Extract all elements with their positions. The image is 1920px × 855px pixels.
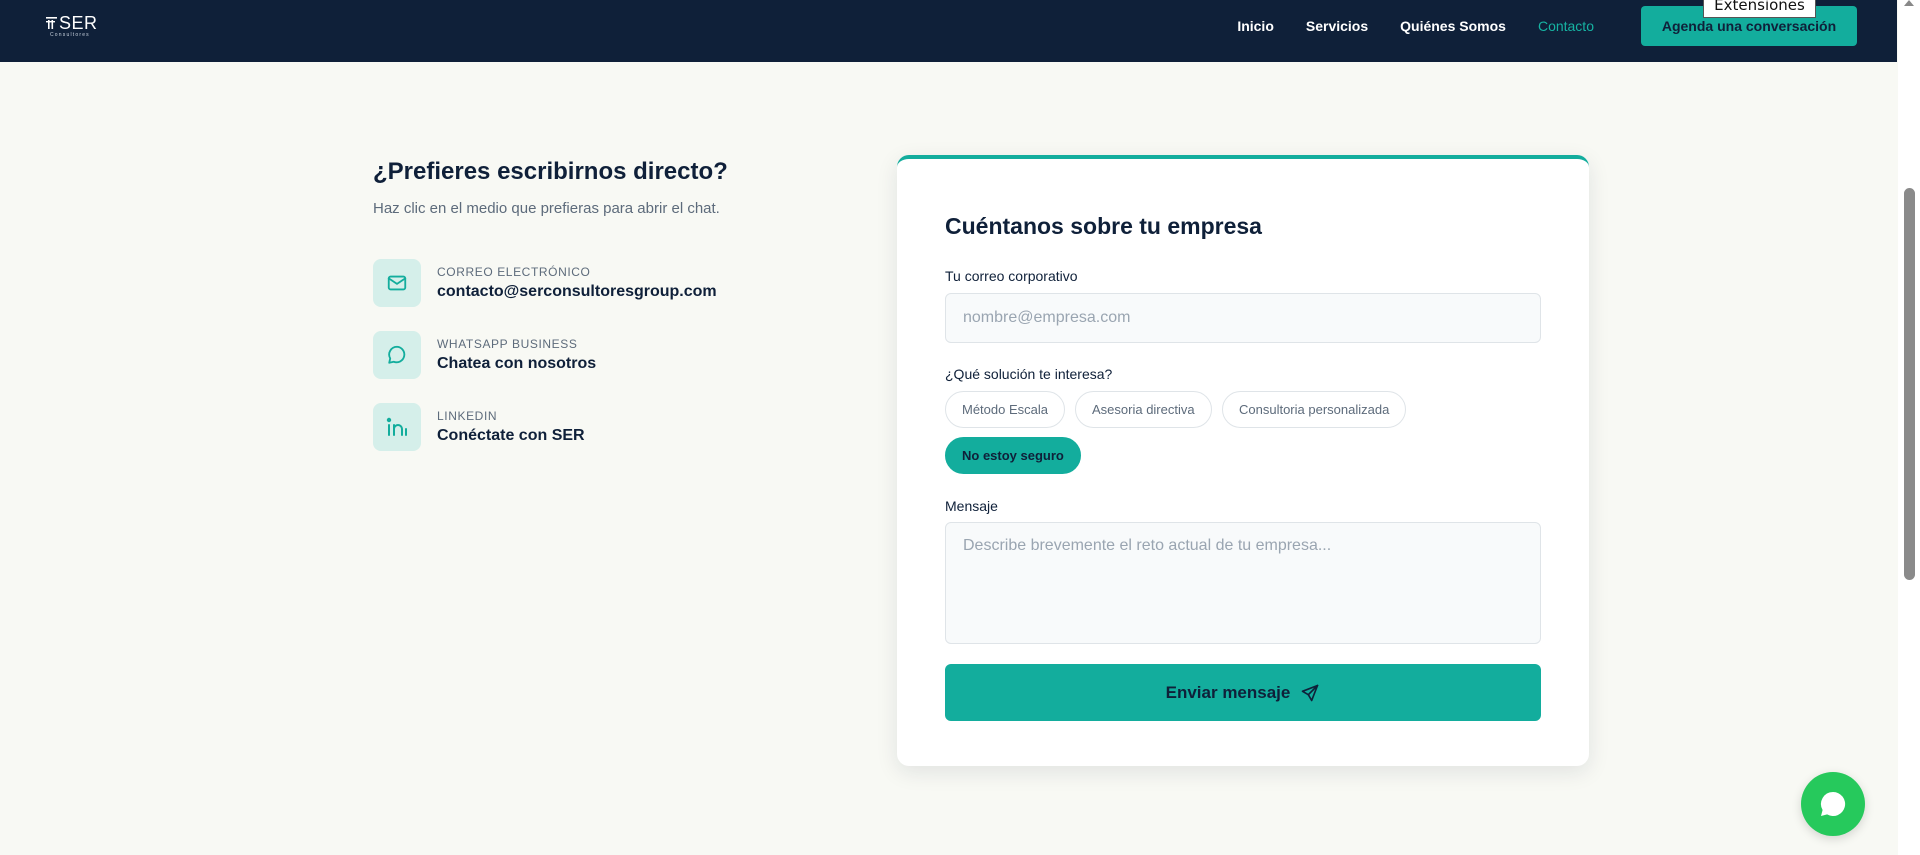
- channel-whatsapp[interactable]: WHATSAPP BUSINESS Chatea con nosotros: [373, 331, 596, 379]
- channel-linkedin-label: LINKEDIN: [437, 409, 498, 423]
- solution-chip-no-estoy-seguro[interactable]: No estoy seguro: [945, 437, 1081, 474]
- logo-text: SER: [59, 13, 98, 33]
- email-field[interactable]: [945, 293, 1541, 343]
- logo-subtext: Consultores: [50, 32, 90, 38]
- send-message-button[interactable]: Enviar mensaje: [945, 664, 1541, 721]
- page-scrollbar[interactable]: [1898, 0, 1920, 855]
- scroll-up-arrow-icon[interactable]: [1904, 0, 1914, 6]
- send-message-label: Enviar mensaje: [1165, 682, 1291, 702]
- send-icon: [1302, 684, 1319, 701]
- linkedin-icon: [373, 403, 421, 451]
- email-label: Tu correo corporativo: [945, 268, 1078, 284]
- form-title: Cuéntanos sobre tu empresa: [945, 213, 1262, 239]
- solution-label: ¿Qué solución te interesa?: [945, 366, 1113, 382]
- contact-page: SER Consultores Inicio Servicios Quiénes…: [0, 0, 1920, 855]
- channel-linkedin[interactable]: LINKEDIN Conéctate con SER: [373, 403, 585, 451]
- channel-email-label: CORREO ELECTRÓNICO: [437, 265, 591, 279]
- scrollbar-thumb[interactable]: [1904, 188, 1915, 580]
- top-navbar: SER Consultores Inicio Servicios Quiénes…: [0, 0, 1897, 62]
- channel-linkedin-value: Conéctate con SER: [437, 427, 585, 444]
- message-label: Mensaje: [945, 498, 998, 514]
- whatsapp-chat-button[interactable]: [1801, 772, 1865, 836]
- message-field[interactable]: [945, 522, 1541, 644]
- nav-link-quienes-somos[interactable]: Quiénes Somos: [1400, 18, 1506, 34]
- mail-icon: [373, 259, 421, 307]
- solution-chip-metodo-escala[interactable]: Método Escala: [945, 391, 1065, 428]
- nav-link-contacto[interactable]: Contacto: [1538, 18, 1594, 34]
- channel-whatsapp-value: Chatea con nosotros: [437, 355, 597, 372]
- logo-mark-icon: [46, 17, 57, 29]
- contact-form-card: Cuéntanos sobre tu empresa Tu correo cor…: [897, 155, 1589, 766]
- direct-contact-subtitle: Haz clic en el medio que prefieras para …: [373, 200, 720, 217]
- main-nav: Inicio Servicios Quiénes Somos Contacto: [1237, 0, 1594, 52]
- ser-logo[interactable]: SER Consultores: [46, 14, 98, 38]
- channel-whatsapp-label: WHATSAPP BUSINESS: [437, 337, 578, 351]
- extensions-tooltip: Extensiones: [1703, 0, 1816, 18]
- direct-contact-title: ¿Prefieres escribirnos directo?: [373, 158, 728, 185]
- nav-link-inicio[interactable]: Inicio: [1237, 18, 1274, 34]
- chat-bubble-icon: [1820, 791, 1846, 816]
- solution-chip-consultoria-personalizada[interactable]: Consultoria personalizada: [1222, 391, 1407, 428]
- nav-link-servicios[interactable]: Servicios: [1306, 18, 1368, 34]
- channel-email-value: contacto@serconsultoresgroup.com: [437, 283, 717, 300]
- chat-bubble-icon: [373, 331, 421, 379]
- channel-email[interactable]: CORREO ELECTRÓNICO contacto@serconsultor…: [373, 259, 717, 307]
- solution-chip-asesoria-directiva[interactable]: Asesoria directiva: [1075, 391, 1212, 428]
